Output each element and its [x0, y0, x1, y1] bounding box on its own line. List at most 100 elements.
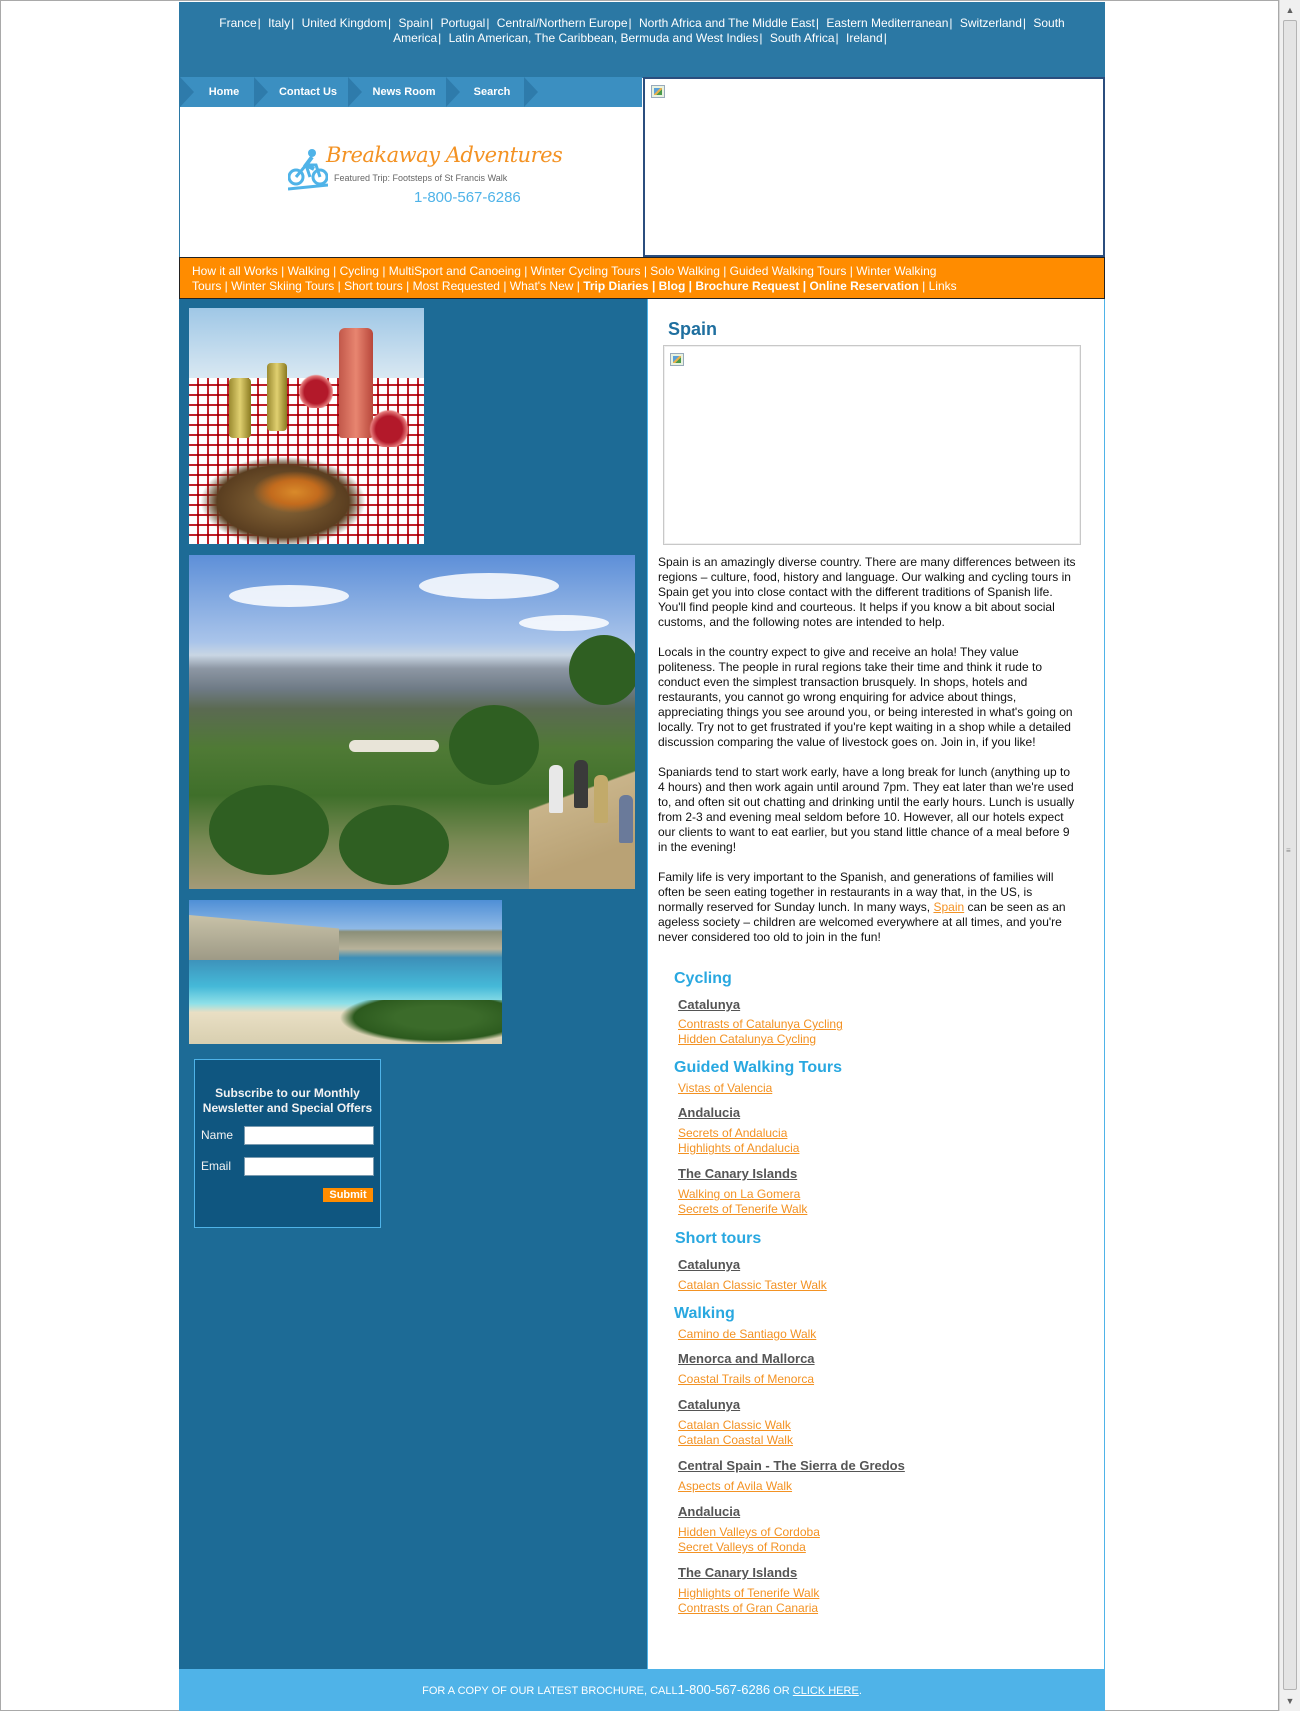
nav-arrow-icon — [524, 77, 538, 107]
country-link[interactable]: Central/Northern Europe — [497, 16, 628, 30]
category-short-tours: Short tours — [675, 1230, 762, 1247]
country-link[interactable]: Spain — [398, 16, 429, 30]
email-label: Email — [201, 1159, 232, 1173]
country-link[interactable]: Latin American, The Caribbean, Bermuda a… — [449, 31, 759, 45]
menu-links[interactable]: Links — [929, 279, 957, 293]
mountain-hiking-photo — [189, 555, 635, 889]
country-link[interactable]: United Kingdom — [302, 16, 387, 30]
submit-button[interactable]: Submit — [323, 1188, 373, 1202]
tour-link[interactable]: Highlights of Andalucia — [678, 1141, 799, 1155]
tour-link[interactable]: Vistas of Valencia — [678, 1081, 772, 1095]
tour-link[interactable]: Contrasts of Gran Canaria — [678, 1601, 818, 1615]
featured-trip[interactable]: Featured Trip: Footsteps of St Francis W… — [334, 173, 507, 183]
name-label: Name — [201, 1128, 234, 1142]
name-input[interactable] — [244, 1126, 374, 1145]
spanish-food-photo — [189, 308, 424, 544]
broken-image-icon — [670, 353, 684, 366]
menu-brochure-request[interactable]: Brochure Request — [695, 279, 799, 293]
tour-link[interactable]: Walking on La Gomera — [678, 1187, 800, 1201]
spain-link[interactable]: Spain — [933, 900, 964, 914]
tour-link[interactable]: Hidden Valleys of Cordoba — [678, 1525, 820, 1539]
region-heading[interactable]: Central Spain - The Sierra de Gredos — [678, 1458, 905, 1473]
tour-link[interactable]: Secrets of Tenerife Walk — [678, 1202, 807, 1216]
tour-link[interactable]: Aspects of Avila Walk — [678, 1479, 792, 1493]
brochure-link[interactable]: CLICK HERE — [793, 1685, 859, 1697]
article-paragraph: Locals in the country expect to give and… — [658, 645, 1073, 749]
country-link[interactable]: France — [219, 16, 256, 30]
region-heading[interactable]: Menorca and Mallorca — [678, 1351, 815, 1366]
country-link[interactable]: Switzerland — [960, 16, 1022, 30]
nav-news-room[interactable]: News Room — [362, 77, 446, 107]
menu-online-reservation[interactable]: Online Reservation — [809, 279, 918, 293]
nav-arrow-icon — [348, 77, 362, 107]
menu-walking[interactable]: Walking — [288, 264, 330, 278]
media-frame — [663, 345, 1081, 545]
tour-link[interactable]: Secret Valleys of Ronda — [678, 1540, 806, 1554]
region-heading[interactable]: Catalunya — [678, 997, 740, 1012]
menu-guided-walking[interactable]: Guided Walking Tours — [730, 264, 847, 278]
footer: FOR A COPY OF OUR LATEST BROCHURE, CALL1… — [179, 1669, 1105, 1711]
main-menu: How it all Works | Walking | Cycling | M… — [179, 257, 1105, 299]
category-guided-walking: Guided Walking Tours — [674, 1059, 842, 1076]
country-link[interactable]: Ireland — [846, 31, 883, 45]
tour-link[interactable]: Secrets of Andalucia — [678, 1126, 787, 1140]
newsletter-form: Subscribe to our Monthly Newsletter and … — [194, 1059, 381, 1228]
footer-text: OR — [770, 1685, 793, 1697]
menu-multisport[interactable]: MultiSport and Canoeing — [389, 264, 521, 278]
scroll-down-arrow-icon[interactable]: ▼ — [1282, 1693, 1298, 1709]
footer-text: FOR A COPY OF OUR LATEST BROCHURE, CALL — [422, 1685, 678, 1697]
menu-most-requested[interactable]: Most Requested — [413, 279, 500, 293]
article-paragraph: Family life is very important to the Spa… — [658, 870, 1078, 945]
menu-how-it-works[interactable]: How it all Works — [192, 264, 278, 278]
tour-link[interactable]: Camino de Santiago Walk — [678, 1327, 816, 1341]
menu-short-tours[interactable]: Short tours — [344, 279, 403, 293]
beach-cove-photo — [189, 900, 502, 1044]
left-sidebar: Subscribe to our Monthly Newsletter and … — [179, 299, 647, 1669]
nav-contact-us[interactable]: Contact Us — [268, 77, 348, 107]
footer-text: . — [858, 1685, 862, 1697]
country-link[interactable]: Portugal — [441, 16, 486, 30]
menu-trip-diaries[interactable]: Trip Diaries — [583, 279, 648, 293]
tour-link[interactable]: Catalan Classic Walk — [678, 1418, 791, 1432]
country-link[interactable]: South Africa — [770, 31, 835, 45]
nav-search[interactable]: Search — [460, 77, 524, 107]
scroll-thumb[interactable]: ≡ — [1283, 20, 1297, 1690]
tour-link[interactable]: Coastal Trails of Menorca — [678, 1372, 814, 1386]
tour-link[interactable]: Contrasts of Catalunya Cycling — [678, 1017, 843, 1031]
region-heading[interactable]: Catalunya — [678, 1397, 740, 1412]
cyclist-logo-icon — [288, 149, 328, 191]
country-link[interactable]: Italy — [268, 16, 290, 30]
region-heading[interactable]: The Canary Islands — [678, 1166, 797, 1181]
tour-link[interactable]: Hidden Catalunya Cycling — [678, 1032, 816, 1046]
email-input[interactable] — [244, 1157, 374, 1176]
menu-cycling[interactable]: Cycling — [340, 264, 379, 278]
scroll-up-arrow-icon[interactable]: ▲ — [1282, 2, 1298, 18]
menu-winter-skiing[interactable]: Winter Skiing Tours — [231, 279, 334, 293]
nav-arrow-icon — [180, 77, 194, 107]
nav-home[interactable]: Home — [194, 77, 254, 107]
logo-title: Breakaway Adventures — [326, 143, 563, 167]
article-paragraph: Spain is an amazingly diverse country. T… — [658, 555, 1076, 629]
tour-link[interactable]: Catalan Classic Taster Walk — [678, 1278, 827, 1292]
menu-blog[interactable]: Blog — [659, 279, 686, 293]
logo[interactable]: Breakaway Adventures Featured Trip: Foot… — [288, 143, 563, 207]
menu-solo-walking[interactable]: Solo Walking — [650, 264, 720, 278]
nav-arrow-icon — [446, 77, 460, 107]
menu-winter-cycling[interactable]: Winter Cycling Tours — [531, 264, 641, 278]
tour-link[interactable]: Catalan Coastal Walk — [678, 1433, 793, 1447]
region-heading[interactable]: Catalunya — [678, 1257, 740, 1272]
menu-whats-new[interactable]: What's New — [510, 279, 574, 293]
nav-arrow-icon — [254, 77, 268, 107]
region-heading[interactable]: The Canary Islands — [678, 1565, 797, 1580]
region-heading[interactable]: Andalucia — [678, 1504, 740, 1519]
country-link[interactable]: North Africa and The Middle East — [639, 16, 815, 30]
header-phone: 1-800-567-6286 — [414, 189, 521, 206]
article: Spain is an amazingly diverse country. T… — [658, 555, 1078, 960]
newsletter-title: Subscribe to our Monthly Newsletter and … — [202, 1086, 373, 1115]
footer-phone: 1-800-567-6286 — [677, 1682, 771, 1697]
region-heading[interactable]: Andalucia — [678, 1105, 740, 1120]
vertical-scrollbar[interactable]: ▲ ≡ ▼ — [1279, 0, 1300, 1711]
country-link[interactable]: Eastern Mediterranean — [826, 16, 948, 30]
tour-link[interactable]: Highlights of Tenerife Walk — [678, 1586, 819, 1600]
article-paragraph: Spaniards tend to start work early, have… — [658, 765, 1075, 854]
